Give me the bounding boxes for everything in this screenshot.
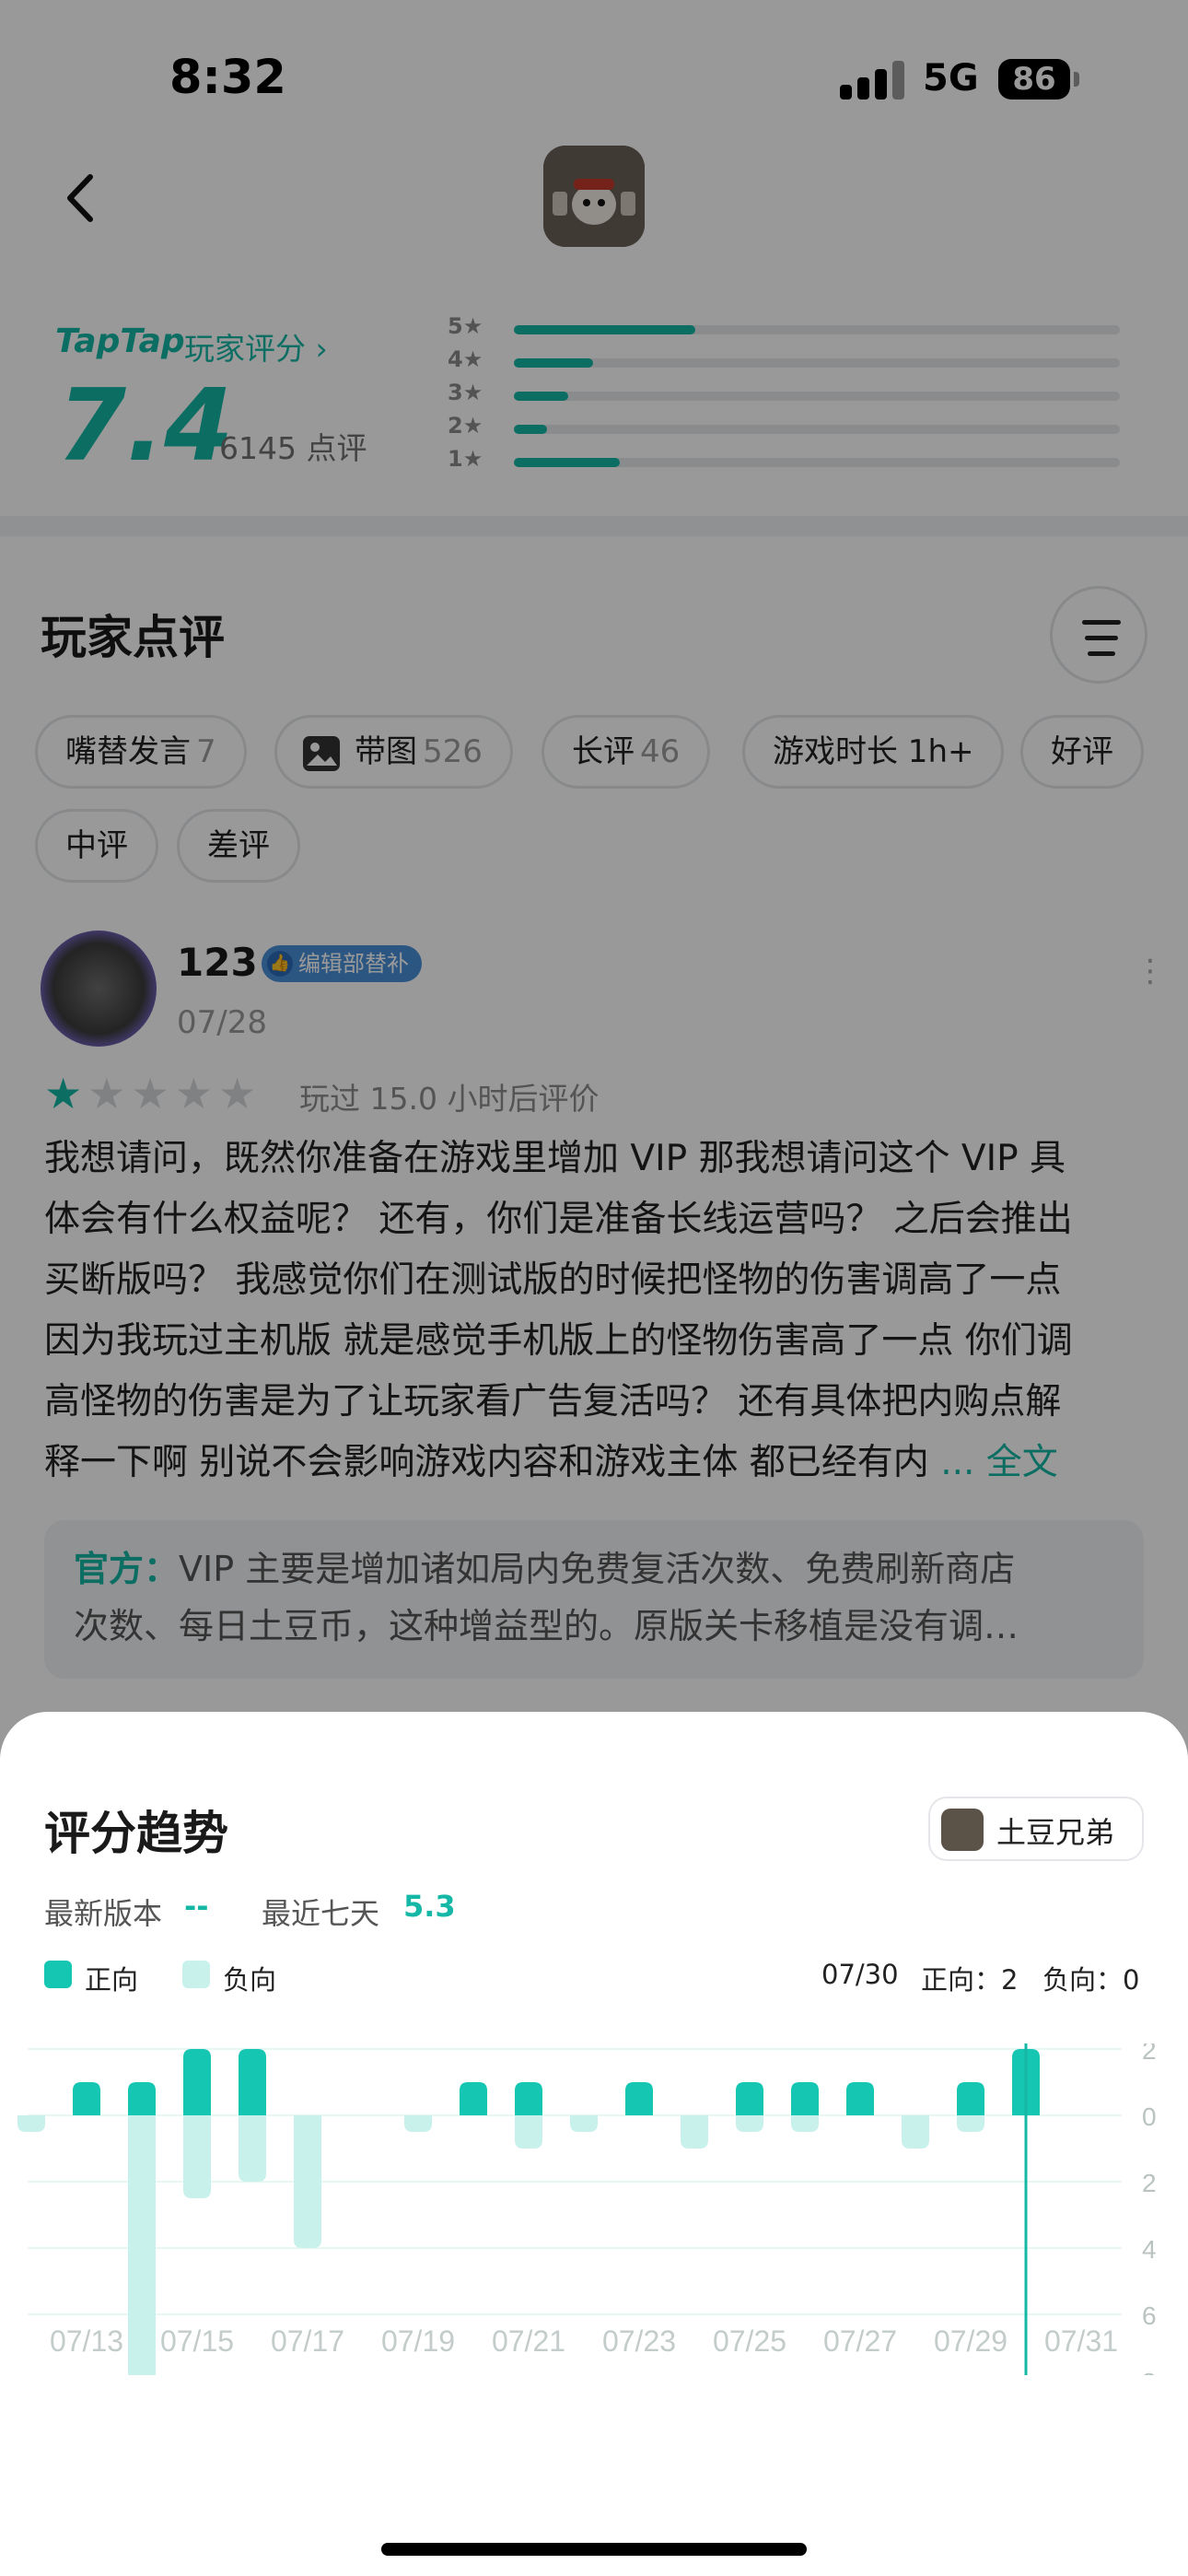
x-tick-label: 07/13: [50, 2324, 123, 2358]
negative-bar: [902, 2115, 929, 2149]
positive-bar: [183, 2049, 211, 2115]
positive-bar: [625, 2082, 653, 2115]
latest-version-value: --: [184, 1889, 209, 1924]
legend-negative: 负向: [223, 1964, 277, 1996]
x-tick-label: 07/31: [1044, 2324, 1118, 2358]
rating-trend-sheet: 评分趋势 土豆兄弟 最新版本 -- 最近七天 5.3 正向 负向 07/30 正…: [0, 1712, 1188, 2576]
positive-bar: [73, 2082, 100, 2115]
positive-bar: [791, 2082, 819, 2115]
selected-date: 07/30: [821, 1959, 899, 1990]
negative-bar: [128, 2115, 156, 2375]
x-tick-label: 07/15: [160, 2324, 234, 2358]
positive-bar: [239, 2049, 266, 2115]
home-indicator: [381, 2543, 807, 2556]
y-tick-label: 2: [1142, 2043, 1157, 2065]
game-name: 土豆兄弟: [996, 1815, 1115, 1850]
negative-bar: [736, 2115, 763, 2132]
positive-bar: [515, 2082, 542, 2115]
positive-bar: [736, 2082, 763, 2115]
positive-bar: [128, 2082, 156, 2115]
last7-value: 5.3: [403, 1889, 456, 1924]
legend-positive-swatch: [44, 1961, 72, 1988]
negative-bar: [294, 2115, 321, 2248]
negative-bar: [17, 2115, 45, 2132]
legend-negative-swatch: [182, 1961, 210, 1988]
legend-positive: 正向: [85, 1964, 139, 1996]
x-tick-label: 07/25: [713, 2324, 786, 2358]
negative-bar: [681, 2115, 708, 2149]
negative-bar: [183, 2115, 211, 2198]
y-tick-label: 6: [1142, 2301, 1157, 2330]
x-tick-label: 07/29: [934, 2324, 1007, 2358]
negative-bar: [570, 2115, 598, 2132]
negative-bar: [791, 2115, 819, 2132]
negative-bar: [957, 2115, 984, 2132]
game-selector[interactable]: 土豆兄弟: [928, 1797, 1144, 1861]
positive-bar: [957, 2082, 984, 2115]
game-thumbnail-icon: [941, 1809, 984, 1851]
selected-negative: 负向：0: [1042, 1964, 1140, 1996]
rating-trend-chart[interactable]: 2 0 2 4 6 8 07/13 07/15 07/17 07/19 07/21 07/23 07/2…: [0, 2043, 1188, 2375]
y-tick-label: 2: [1142, 2169, 1157, 2197]
x-tick-label: 07/27: [823, 2324, 897, 2358]
negative-bar: [239, 2115, 266, 2182]
negative-bar: [515, 2115, 542, 2149]
y-tick-label: 0: [1142, 2102, 1157, 2131]
latest-version-label: 最新版本: [44, 1896, 163, 1931]
y-tick-label: 4: [1142, 2235, 1157, 2264]
x-tick-label: 07/21: [492, 2324, 565, 2358]
positive-bar: [846, 2082, 874, 2115]
last7-label: 最近七天: [262, 1896, 380, 1931]
x-tick-label: 07/23: [602, 2324, 676, 2358]
selected-positive: 正向：2: [921, 1964, 1019, 1996]
x-tick-label: 07/19: [381, 2324, 455, 2358]
negative-bar: [404, 2115, 432, 2132]
x-tick-label: 07/17: [271, 2324, 344, 2358]
y-tick-label: 8: [1142, 2368, 1157, 2375]
positive-bar: [460, 2082, 487, 2115]
sheet-title: 评分趋势: [44, 1807, 228, 1860]
